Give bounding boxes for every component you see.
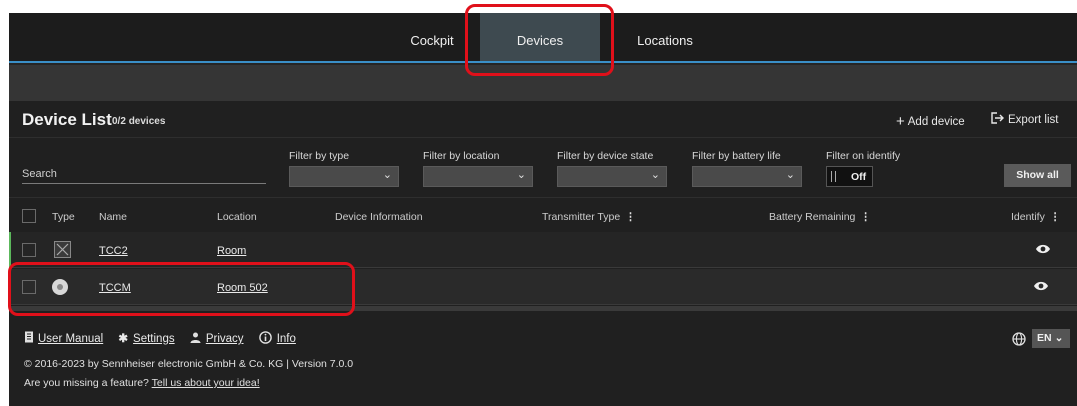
device-name-link[interactable]: TCC2 [99, 245, 128, 257]
chevron-down-icon: ⌄ [1054, 332, 1064, 344]
manual-icon [25, 331, 33, 343]
ceiling-mic-icon [52, 279, 68, 295]
identify-toggle[interactable]: Off [826, 166, 873, 187]
settings-label: Settings [133, 333, 175, 345]
info-link[interactable]: Info [258, 331, 296, 345]
table-row[interactable]: TCC2 Room [9, 232, 1077, 268]
user-manual-link[interactable]: User Manual [24, 331, 103, 345]
device-count: 0/2 devices [112, 116, 165, 127]
table-header: Type Name Location Device Information Tr… [9, 197, 1077, 233]
chevron-down-icon: ⌄ [785, 169, 795, 181]
filter-location-label: Filter by location [423, 150, 500, 162]
language-select[interactable]: EN ⌄ [1032, 329, 1070, 348]
footer-links: User Manual ✱ Settings Privacy Info [24, 331, 308, 345]
device-count-suffix: devices [128, 116, 166, 127]
column-identify-label: Identify [1011, 211, 1045, 223]
export-list-button[interactable]: Export list [991, 112, 1059, 126]
filter-identify-label: Filter on identify [826, 150, 901, 162]
eye-icon[interactable] [1035, 243, 1051, 255]
export-icon [991, 112, 1004, 124]
export-list-label: Export list [1008, 114, 1059, 126]
column-transmitter-type: Transmitter Type ⋮ [542, 211, 636, 223]
filter-state-label: Filter by device state [557, 150, 654, 162]
device-list-header: Device List 0/2 devices + Add device Expo… [9, 101, 1077, 135]
copyright-text: © 2016-2023 by Sennheiser electronic Gmb… [24, 358, 354, 370]
column-type: Type [52, 211, 75, 223]
device-count-value: 0/2 [112, 116, 126, 127]
feature-request: Are you missing a feature? Tell us about… [24, 377, 260, 389]
kebab-menu-icon[interactable]: ⋮ [860, 211, 871, 223]
column-transmitter-type-label: Transmitter Type [542, 211, 621, 223]
add-device-button[interactable]: + Add device [896, 112, 965, 130]
chevron-down-icon: ⌄ [516, 169, 526, 181]
add-device-label: Add device [907, 116, 965, 128]
chevron-down-icon: ⌄ [650, 169, 660, 181]
device-location-link[interactable]: Room [217, 245, 246, 257]
column-name[interactable]: Name [99, 211, 127, 223]
tab-locations[interactable]: Locations [609, 13, 721, 61]
column-battery-remaining: Battery Remaining ⋮ [769, 211, 871, 223]
info-icon [258, 331, 272, 344]
user-icon [190, 332, 201, 343]
device-location-link[interactable]: Room 502 [217, 282, 268, 294]
unknown-device-icon [54, 241, 71, 258]
filter-battery-label: Filter by battery life [692, 150, 781, 162]
privacy-label: Privacy [205, 333, 244, 345]
eye-icon[interactable] [1033, 280, 1049, 292]
chevron-down-icon: ⌄ [382, 169, 392, 181]
row-checkbox[interactable] [22, 243, 36, 257]
toggle-knob [831, 171, 836, 182]
identify-toggle-label: Off [851, 171, 867, 183]
filter-location-select[interactable]: ⌄ [423, 166, 533, 187]
content-spacer [9, 65, 1077, 101]
show-all-button[interactable]: Show all [1004, 164, 1071, 187]
feature-request-link[interactable]: Tell us about your idea! [152, 377, 260, 389]
column-identify: Identify ⋮ [1011, 211, 1060, 223]
table-row[interactable]: TCCM Room 502 [9, 269, 1077, 305]
settings-link[interactable]: ✱ Settings [118, 331, 174, 345]
column-battery-remaining-label: Battery Remaining [769, 211, 856, 223]
select-all-checkbox[interactable] [22, 209, 36, 223]
privacy-link[interactable]: Privacy [190, 332, 244, 345]
app-window: Cockpit Devices Locations Device List 0/… [9, 13, 1077, 406]
info-label: Info [276, 333, 296, 345]
filter-bar: Search Filter by type ⌄ Filter by locati… [9, 137, 1077, 195]
gear-icon: ✱ [118, 333, 129, 345]
kebab-menu-icon[interactable]: ⋮ [625, 211, 636, 223]
device-name-link[interactable]: TCCM [99, 282, 131, 294]
kebab-menu-icon[interactable]: ⋮ [1050, 211, 1061, 223]
column-device-information: Device Information [335, 211, 423, 223]
filter-battery-select[interactable]: ⌄ [692, 166, 802, 187]
tab-cockpit[interactable]: Cockpit [387, 13, 477, 61]
globe-icon [1012, 332, 1026, 346]
user-manual-label: User Manual [38, 333, 104, 345]
filter-state-select[interactable]: ⌄ [557, 166, 667, 187]
page-title: Device List [22, 110, 112, 129]
plus-icon: + [896, 113, 905, 130]
feature-question: Are you missing a feature? [24, 377, 149, 389]
column-location[interactable]: Location [217, 211, 257, 223]
footer: User Manual ✱ Settings Privacy Info © 201… [9, 311, 1077, 406]
tab-devices[interactable]: Devices [480, 13, 600, 61]
search-input[interactable]: Search [22, 168, 57, 180]
row-checkbox[interactable] [22, 280, 36, 294]
filter-type-select[interactable]: ⌄ [289, 166, 399, 187]
language-value: EN [1037, 332, 1052, 344]
top-navigation: Cockpit Devices Locations [9, 13, 1077, 63]
search-underline [22, 183, 266, 184]
filter-type-label: Filter by type [289, 150, 350, 162]
device-list-panel: Device List 0/2 devices + Add device Expo… [9, 101, 1077, 311]
